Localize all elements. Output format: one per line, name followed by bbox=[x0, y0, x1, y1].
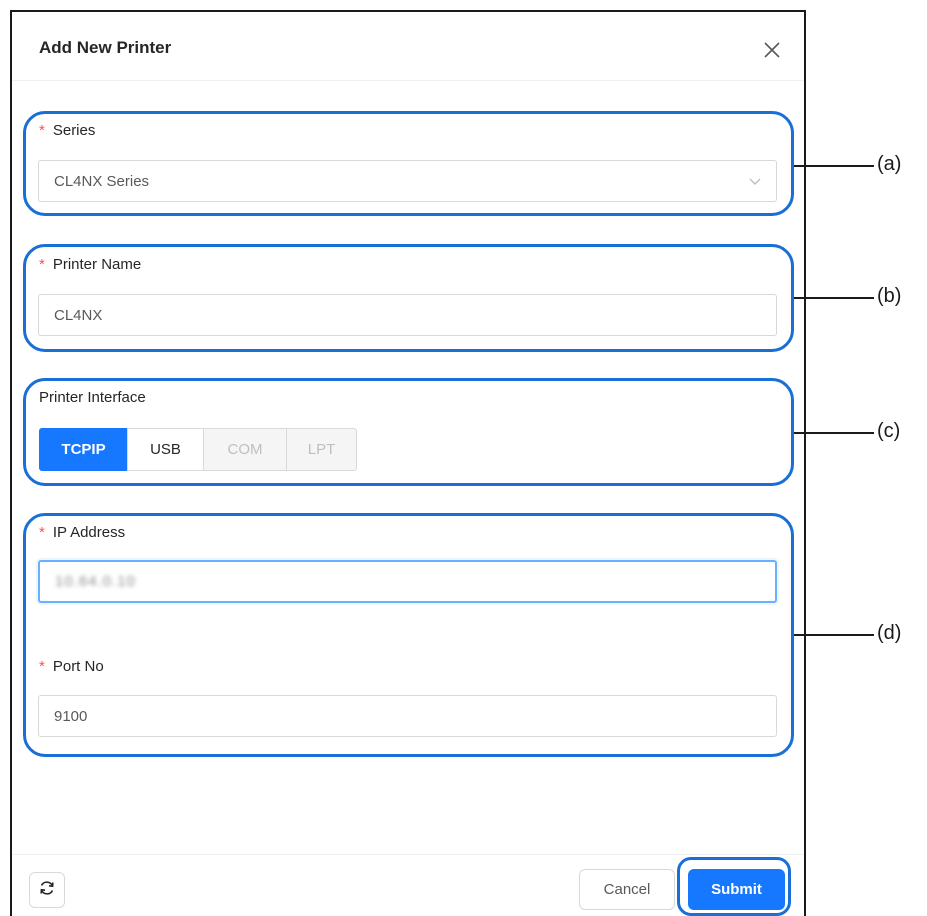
refresh-icon bbox=[38, 879, 56, 901]
annotation-a: (a) bbox=[877, 153, 902, 175]
close-icon[interactable] bbox=[760, 38, 784, 62]
leader-line-c bbox=[794, 432, 874, 434]
leader-line-b bbox=[794, 297, 874, 299]
refresh-button[interactable] bbox=[29, 872, 65, 908]
dialog-title: Add New Printer bbox=[39, 38, 172, 57]
header-divider bbox=[12, 80, 804, 81]
annotation-b: (b) bbox=[877, 285, 902, 307]
annotation-c: (c) bbox=[877, 420, 901, 442]
callout-frame-submit bbox=[677, 857, 791, 916]
callout-frame-b bbox=[23, 244, 794, 352]
annotation-d: (d) bbox=[877, 622, 902, 644]
cancel-button[interactable]: Cancel bbox=[579, 869, 675, 910]
footer-divider bbox=[12, 854, 804, 855]
callout-frame-d bbox=[23, 513, 794, 757]
leader-line-d bbox=[794, 634, 874, 636]
callout-frame-c bbox=[23, 378, 794, 486]
leader-line-a bbox=[794, 165, 874, 167]
callout-frame-a bbox=[23, 111, 794, 216]
